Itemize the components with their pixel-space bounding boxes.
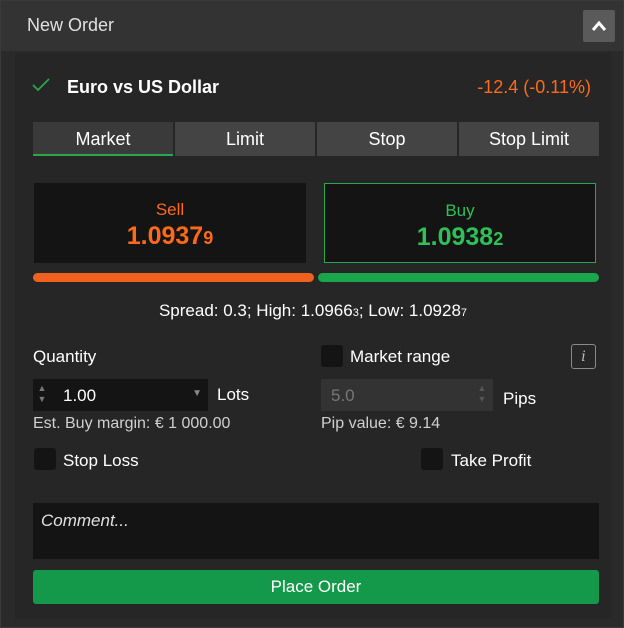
spread-info: Spread: 0.3; High: 1.09663; Low: 1.09287	[158, 301, 468, 320]
quantity-label: Quantity	[33, 347, 97, 366]
stop-loss-label: Stop Loss	[63, 451, 139, 470]
panel-header: New Order	[1, 1, 623, 51]
stepper-arrows-icon[interactable]: ▲ ▼	[37, 383, 47, 407]
instrument-name: Euro vs US Dollar	[67, 77, 220, 97]
info-icon[interactable]: i	[571, 344, 596, 369]
new-order-panel: New Order Euro vs US Dollar -12.4 (-0.11…	[0, 0, 624, 628]
sell-sentiment-bar	[33, 273, 314, 282]
sell-button[interactable]: Sell 1.09379	[34, 183, 306, 263]
tab-market[interactable]: Market	[33, 122, 173, 156]
check-icon	[32, 78, 50, 92]
market-range-value: 5.0	[331, 386, 355, 405]
tab-stop[interactable]: Stop	[317, 122, 457, 156]
dropdown-arrow-icon[interactable]: ▼	[192, 388, 202, 399]
take-profit-label: Take Profit	[451, 451, 532, 470]
quantity-stepper[interactable]: ▲ ▼ 1.00 ▼	[33, 379, 208, 411]
panel-title: New Order	[27, 15, 115, 35]
buy-sentiment-bar	[318, 273, 599, 282]
buy-label: Buy	[445, 201, 475, 220]
sell-label: Sell	[155, 200, 185, 219]
market-range-label: Market range	[350, 347, 451, 366]
buy-price: 1.09382	[416, 223, 504, 251]
chevron-up-icon	[591, 20, 607, 31]
instrument-change: -12.4 (-0.11%)	[477, 77, 591, 97]
lots-label: Lots	[217, 385, 250, 404]
est-margin-text: Est. Buy margin: € 1 000.00	[33, 415, 231, 432]
pips-label: Pips	[503, 389, 537, 408]
buy-button[interactable]: Buy 1.09382	[324, 183, 596, 263]
stop-loss-checkbox[interactable]	[34, 448, 56, 470]
market-range-checkbox[interactable]	[321, 345, 343, 367]
pip-value-text: Pip value: € 9.14	[321, 415, 441, 432]
instrument-row: Euro vs US Dollar -12.4 (-0.11%)	[15, 71, 611, 101]
order-type-tabs: Market Limit Stop Stop Limit	[33, 122, 599, 156]
quantity-value: 1.00	[63, 386, 97, 405]
tab-limit[interactable]: Limit	[175, 122, 315, 156]
tab-stop-limit[interactable]: Stop Limit	[459, 122, 599, 156]
place-order-button[interactable]: Place Order	[33, 570, 599, 604]
collapse-button[interactable]	[583, 10, 615, 42]
pips-stepper-arrows-icon[interactable]: ▲ ▼	[477, 383, 487, 405]
comment-field[interactable]: Comment...	[33, 503, 599, 559]
market-range-input[interactable]: 5.0 ▲ ▼	[321, 379, 493, 411]
sell-price: 1.09379	[126, 222, 214, 250]
take-profit-checkbox[interactable]	[421, 448, 443, 470]
